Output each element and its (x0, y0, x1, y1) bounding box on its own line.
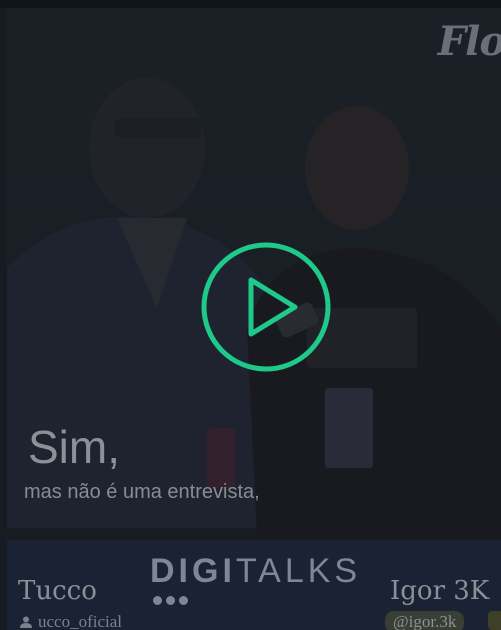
video-player[interactable]: Flo Sim, mas não é uma entrevista, DIGIT… (0, 0, 501, 630)
guest-right-name: Igor 3K (390, 576, 490, 606)
player-left-edge (0, 8, 7, 630)
person-icon (20, 616, 32, 628)
caption-main: Sim, (28, 421, 120, 473)
handle-badge-edge (488, 611, 501, 630)
brand-bold: DIGI (150, 552, 236, 590)
corner-logo: Flo (437, 18, 501, 65)
guest-left-handle-row: ucco_oficial (20, 612, 122, 630)
caption-sub: mas não é uma entrevista, (24, 481, 260, 503)
brand-dots (153, 592, 192, 610)
guest-left-handle: ucco_oficial (38, 612, 123, 630)
play-icon[interactable] (199, 240, 333, 374)
brand-light: TALKS (235, 552, 362, 590)
brand-logo: DIGITALKS (150, 552, 361, 591)
guest-left-name: Tucco (18, 576, 97, 606)
guest-right-handle: @igor.3k (385, 611, 465, 630)
video-thumbnail[interactable]: Flo (7, 8, 501, 630)
top-bar (0, 0, 501, 8)
